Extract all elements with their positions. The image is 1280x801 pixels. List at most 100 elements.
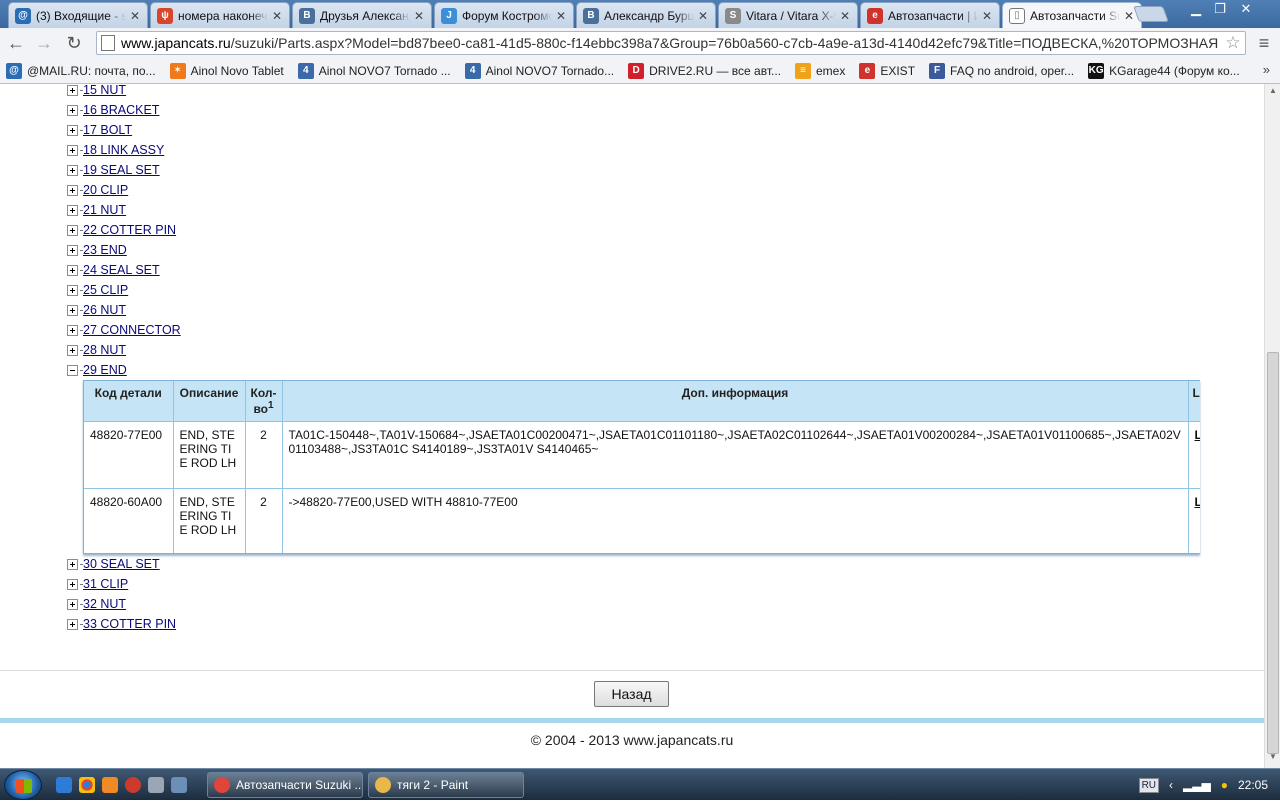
taskbar-item-chrome[interactable]: Автозапчасти Suzuki ... (207, 772, 363, 798)
tree-node-link[interactable]: 30 SEAL SET (83, 557, 160, 571)
expand-icon[interactable] (67, 324, 78, 336)
browser-tab[interactable]: e Автозапчасти | И ✕ (860, 2, 1000, 28)
bookmark-item[interactable]: 4 Ainol NOVO7 Tornado ... (297, 62, 451, 79)
scroll-down-arrow-icon[interactable]: ▼ (1265, 752, 1280, 766)
expand-icon[interactable] (67, 164, 78, 176)
tree-node-link[interactable]: 26 NUT (83, 303, 126, 317)
language-indicator[interactable]: RU (1138, 777, 1160, 793)
tree-node-link[interactable]: 32 NUT (83, 597, 126, 611)
bookmark-item[interactable]: ≡ emex (795, 62, 845, 79)
expand-icon[interactable] (67, 184, 78, 196)
browser-tab[interactable]: ▯ Автозапчасти Su ✕ (1002, 2, 1142, 28)
window-close-icon[interactable]: ✕ (1234, 0, 1258, 18)
tab-close-icon[interactable]: ✕ (555, 9, 567, 23)
parts-table: Код детали Описание Кол-во1 Доп. информа… (84, 381, 1200, 553)
network-signal-icon[interactable]: ▂▃▅ (1183, 778, 1211, 792)
browser-tab[interactable]: B Александр Бурце ✕ (576, 2, 716, 28)
url-text[interactable]: www.japancats.ru/suzuki/Parts.aspx?Model… (121, 35, 1221, 51)
tree-node-link[interactable]: 23 END (83, 243, 127, 257)
tree-node-link[interactable]: 25 CLIP (83, 283, 128, 297)
tree-node-link[interactable]: 33 COTTER PIN (83, 617, 176, 631)
tree-node-link[interactable]: 16 BRACKET (83, 103, 159, 117)
bookmark-item[interactable]: ✶ Ainol Novo Tablet (169, 62, 284, 79)
tree-node-link[interactable]: 22 COTTER PIN (83, 223, 176, 237)
quicklaunch-chrome-icon[interactable] (79, 777, 95, 793)
chrome-menu-icon[interactable]: ≡ (1252, 32, 1276, 54)
tree-node-link[interactable]: 28 NUT (83, 343, 126, 357)
expand-icon[interactable] (67, 558, 78, 570)
back-arrow-icon[interactable]: ← (4, 32, 28, 54)
cell-link[interactable]: L (1188, 488, 1200, 553)
expand-icon[interactable] (67, 618, 78, 630)
bookmarks-overflow-icon[interactable]: » (1263, 62, 1270, 77)
tab-close-icon[interactable]: ✕ (697, 9, 709, 23)
tree-node-link[interactable]: 15 NUT (83, 84, 126, 97)
tab-close-icon[interactable]: ✕ (413, 9, 425, 23)
restore-icon[interactable]: ❐ (1208, 0, 1232, 18)
tree-node-link[interactable]: 24 SEAL SET (83, 263, 160, 277)
expand-icon[interactable] (67, 304, 78, 316)
bookmark-item[interactable]: @ @MAIL.RU: почта, по... (6, 62, 156, 79)
quicklaunch-media-icon[interactable] (56, 777, 72, 793)
expand-icon[interactable] (67, 264, 78, 276)
tab-label: Автозапчасти | И (888, 8, 978, 23)
tree-node-link[interactable]: 17 BOLT (83, 123, 132, 137)
clock[interactable]: 22:05 (1238, 778, 1268, 792)
expand-icon[interactable] (67, 124, 78, 136)
tab-close-icon[interactable]: ✕ (271, 9, 283, 23)
tree-node-link[interactable]: 29 END (83, 363, 127, 377)
bookmark-item[interactable]: e EXIST (859, 62, 915, 79)
tree-node-link[interactable]: 20 CLIP (83, 183, 128, 197)
tab-close-icon[interactable]: ✕ (839, 9, 851, 23)
start-button[interactable] (4, 770, 42, 800)
vertical-scrollbar[interactable]: ▲ ▼ (1264, 84, 1280, 768)
taskbar-item-paint[interactable]: тяги 2 - Paint (368, 772, 524, 798)
expand-icon[interactable] (67, 84, 78, 96)
tab-close-icon[interactable]: ✕ (1123, 9, 1135, 23)
quicklaunch-app-icon[interactable] (102, 777, 118, 793)
quicklaunch-desktop-icon[interactable] (171, 777, 187, 793)
expand-icon[interactable] (67, 224, 78, 236)
minimize-icon[interactable]: ▁ (1184, 0, 1208, 18)
expand-icon[interactable] (67, 578, 78, 590)
tray-expand-icon[interactable]: ‹ (1169, 778, 1173, 792)
bookmark-item[interactable]: KG KGarage44 (Форум ко... (1088, 62, 1240, 79)
tab-close-icon[interactable]: ✕ (981, 9, 993, 23)
bookmark-star-icon[interactable]: ☆ (1221, 33, 1245, 53)
browser-tab[interactable]: S Vitara / Vitara X-9 ✕ (718, 2, 858, 28)
expand-icon[interactable] (67, 104, 78, 116)
browser-tab[interactable]: B Друзья Александ ✕ (292, 2, 432, 28)
new-tab-button[interactable] (1133, 6, 1169, 22)
quicklaunch-opera-icon[interactable] (125, 777, 141, 793)
address-bar[interactable]: www.japancats.ru/suzuki/Parts.aspx?Model… (96, 31, 1246, 55)
scroll-up-arrow-icon[interactable]: ▲ (1265, 86, 1280, 100)
expand-icon[interactable] (67, 144, 78, 156)
quicklaunch-tool-icon[interactable] (148, 777, 164, 793)
browser-tab[interactable]: @ (3) Входящие - s ✕ (8, 2, 148, 28)
browser-tab[interactable]: J Форум Костромс ✕ (434, 2, 574, 28)
tree-node-link[interactable]: 18 LINK ASSY (83, 143, 164, 157)
back-button[interactable]: Назад (594, 681, 669, 707)
collapse-icon[interactable] (67, 364, 78, 376)
bookmark-label: Ainol NOVO7 Tornado ... (318, 63, 451, 78)
forward-arrow-icon[interactable]: → (32, 32, 56, 54)
tree-node-link[interactable]: 21 NUT (83, 203, 126, 217)
tree-node-link[interactable]: 31 CLIP (83, 577, 128, 591)
reload-icon[interactable]: ↻ (62, 32, 86, 54)
bookmark-item[interactable]: D DRIVE2.RU — все авт... (628, 62, 781, 79)
expand-icon[interactable] (67, 598, 78, 610)
expand-icon[interactable] (67, 244, 78, 256)
expand-icon[interactable] (67, 284, 78, 296)
bookmark-item[interactable]: F FAQ no android, oper... (929, 62, 1074, 79)
tab-close-icon[interactable]: ✕ (129, 9, 141, 23)
bookmark-item[interactable]: 4 Ainol NOVO7 Tornado... (464, 62, 614, 79)
tree-node-link[interactable]: 19 SEAL SET (83, 163, 160, 177)
expand-icon[interactable] (67, 204, 78, 216)
expand-icon[interactable] (67, 344, 78, 356)
scrollbar-thumb[interactable] (1267, 352, 1279, 754)
cell-link[interactable]: L (1188, 421, 1200, 489)
tree-node-link[interactable]: 27 CONNECTOR (83, 323, 181, 337)
url-path: /suzuki/Parts.aspx?Model=bd87bee0-ca81-4… (230, 35, 1219, 51)
browser-tab[interactable]: ψ номера наконеч ✕ (150, 2, 290, 28)
tray-app-icon[interactable]: ● (1221, 778, 1228, 792)
